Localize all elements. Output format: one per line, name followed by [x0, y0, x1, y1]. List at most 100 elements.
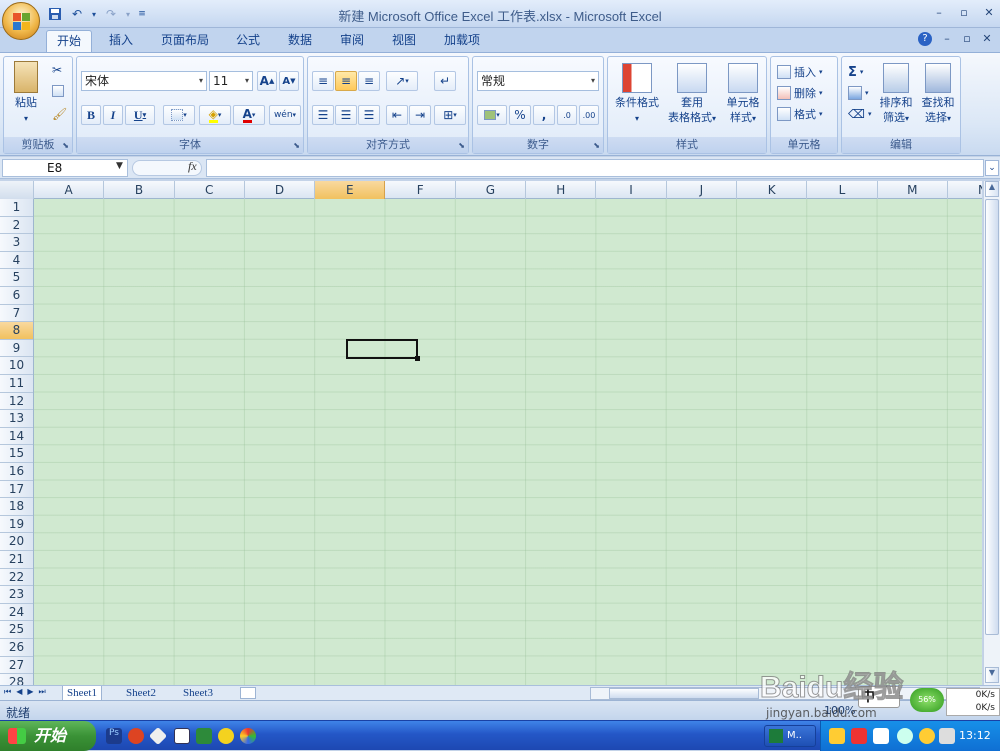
merge-center-button[interactable]: ⊞ ▾ — [434, 105, 466, 125]
cell-styles-button[interactable]: 单元格 样式▾ — [720, 63, 766, 126]
tray-icon-5[interactable] — [919, 728, 935, 744]
column-header-G[interactable]: G — [456, 181, 527, 199]
column-header-F[interactable]: F — [386, 181, 456, 199]
sheet-tab-3[interactable]: Sheet3 — [183, 686, 213, 701]
italic-button[interactable]: I — [103, 105, 123, 125]
workbook-close-button[interactable]: ✕ — [978, 32, 996, 46]
help-tray-icon[interactable] — [873, 728, 889, 744]
font-color-button[interactable]: A ▾ — [233, 105, 265, 125]
taskbar-excel-task[interactable]: M.. — [764, 725, 816, 747]
insert-sheet-icon[interactable] — [240, 687, 256, 699]
percent-button[interactable]: % — [509, 105, 531, 125]
delete-cells-button[interactable]: 删除 ▾ — [777, 84, 823, 102]
clock[interactable]: 13:12 — [959, 729, 991, 742]
font-name-select[interactable]: 宋体 ▾ — [81, 71, 207, 91]
row-header-5[interactable]: 5 — [0, 269, 33, 287]
align-top-button[interactable]: ≡ — [312, 71, 334, 91]
bold-button[interactable]: B — [81, 105, 101, 125]
name-box[interactable]: E8 — [2, 159, 128, 177]
row-header-6[interactable]: 6 — [0, 287, 33, 305]
row-header-28[interactable]: 28 — [0, 674, 33, 685]
maximize-button[interactable]: ▫ — [955, 6, 973, 20]
tab-review[interactable]: 审阅 — [332, 30, 372, 52]
show-desktop-icon[interactable] — [174, 728, 190, 744]
row-header-13[interactable]: 13 — [0, 410, 33, 428]
column-header-D[interactable]: D — [245, 181, 316, 199]
active-cell-E8[interactable] — [346, 339, 420, 361]
minimize-button[interactable]: – — [930, 6, 948, 20]
cell-area[interactable] — [34, 199, 982, 685]
column-header-E[interactable]: E — [315, 181, 386, 199]
app-icon-diamond[interactable] — [148, 726, 168, 746]
row-header-4[interactable]: 4 — [0, 252, 33, 270]
help-icon[interactable]: ? — [918, 32, 932, 46]
row-header-21[interactable]: 21 — [0, 551, 33, 569]
clear-button[interactable]: ⌫ ▾ — [848, 105, 871, 123]
row-header-27[interactable]: 27 — [0, 657, 33, 675]
start-button[interactable]: 开始 — [0, 721, 96, 751]
phonetic-button[interactable]: wén ▾ — [269, 105, 301, 125]
tray-icon-1[interactable] — [829, 728, 845, 744]
wrap-text-button[interactable]: ↵ — [434, 71, 456, 91]
row-header-20[interactable]: 20 — [0, 533, 33, 551]
workbook-minimize-button[interactable]: – — [938, 32, 956, 46]
sheet-tab-2[interactable]: Sheet2 — [126, 686, 156, 701]
column-header-N[interactable]: N — [948, 181, 982, 199]
select-all-button[interactable] — [0, 181, 34, 199]
tab-page-layout[interactable]: 页面布局 — [154, 30, 216, 52]
decrease-decimal-button[interactable]: .00 — [579, 105, 599, 125]
row-header-18[interactable]: 18 — [0, 498, 33, 516]
fill-color-button[interactable]: ◈ ▾ — [199, 105, 231, 125]
tab-home[interactable]: 开始 — [46, 30, 92, 52]
borders-button[interactable]: ▾ — [163, 105, 195, 125]
currency-button[interactable]: ▾ — [477, 105, 507, 125]
copy-icon[interactable] — [52, 85, 64, 100]
row-header-26[interactable]: 26 — [0, 639, 33, 657]
column-header-C[interactable]: C — [175, 181, 245, 199]
scroll-up-button[interactable]: ▲ — [985, 181, 999, 197]
column-header-H[interactable]: H — [526, 181, 597, 199]
row-header-10[interactable]: 10 — [0, 357, 33, 375]
tab-formulas[interactable]: 公式 — [228, 30, 268, 52]
number-launcher-icon[interactable]: ⬊ — [593, 141, 600, 150]
fill-button[interactable]: ▾ — [848, 84, 869, 102]
row-header-25[interactable]: 25 — [0, 621, 33, 639]
tab-data[interactable]: 数据 — [280, 30, 320, 52]
row-header-14[interactable]: 14 — [0, 428, 33, 446]
security-shield-icon[interactable] — [196, 728, 212, 744]
column-header-B[interactable]: B — [104, 181, 175, 199]
align-bottom-button[interactable]: ≡ — [358, 71, 380, 91]
tray-icon-2[interactable] — [851, 728, 867, 744]
shrink-font-button[interactable]: A ▼ — [279, 71, 299, 91]
column-header-L[interactable]: L — [807, 181, 878, 199]
close-button[interactable]: ✕ — [980, 6, 998, 20]
autosum-button[interactable]: Σ ▾ — [848, 63, 863, 81]
align-left-button[interactable]: ☰ — [312, 105, 334, 125]
fill-handle[interactable] — [415, 356, 420, 361]
decrease-indent-button[interactable]: ⇤ — [386, 105, 408, 125]
name-box-dropdown-icon[interactable]: ▼ — [116, 161, 123, 171]
expand-formula-bar-icon[interactable]: ⌄ — [985, 160, 999, 176]
row-header-16[interactable]: 16 — [0, 463, 33, 481]
column-header-K[interactable]: K — [737, 181, 808, 199]
row-header-8[interactable]: 8 — [0, 322, 33, 340]
volume-icon[interactable] — [939, 728, 955, 744]
conditional-format-button[interactable]: 条件格式 ▾ — [610, 63, 664, 126]
row-header-3[interactable]: 3 — [0, 234, 33, 252]
find-select-button[interactable]: 查找和 选择▾ — [918, 63, 958, 126]
sort-filter-button[interactable]: 排序和 筛选▾ — [876, 63, 916, 126]
sheet-nav-icons[interactable]: ⏮◀▶⏭ — [4, 687, 51, 697]
tab-addins[interactable]: 加载项 — [436, 30, 488, 52]
insert-function-button[interactable]: fx — [188, 159, 197, 174]
row-header-1[interactable]: 1 — [0, 199, 33, 217]
row-header-24[interactable]: 24 — [0, 604, 33, 622]
browser-icon[interactable] — [240, 728, 256, 744]
increase-decimal-button[interactable]: .0 — [557, 105, 577, 125]
font-size-select[interactable]: 11 ▾ — [209, 71, 253, 91]
alignment-launcher-icon[interactable]: ⬊ — [458, 141, 465, 150]
column-header-J[interactable]: J — [667, 181, 737, 199]
clipboard-launcher-icon[interactable]: ⬊ — [62, 141, 69, 150]
format-painter-icon[interactable]: 🖌 — [52, 107, 67, 121]
column-header-A[interactable]: A — [34, 181, 105, 199]
column-header-M[interactable]: M — [878, 181, 948, 199]
